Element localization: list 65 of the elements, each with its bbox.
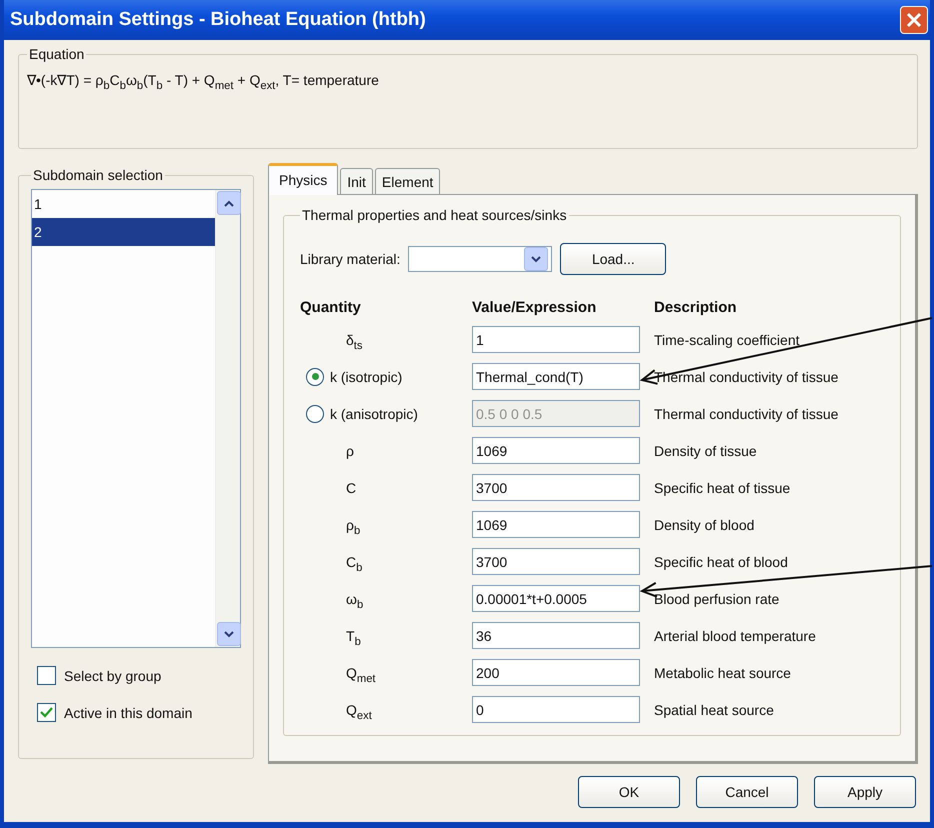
group-title: Thermal properties and heat sources/sinks	[301, 207, 568, 223]
description-text: Specific heat of blood	[654, 554, 789, 570]
close-button[interactable]	[900, 6, 928, 34]
dialog-button[interactable]: Apply	[814, 776, 916, 808]
list-item[interactable]: 1	[32, 190, 215, 218]
quantity-symbol: ρ$_{b}$	[346, 516, 360, 532]
group-title: Equation	[28, 46, 86, 62]
description-text: Blood perfusion rate	[654, 590, 780, 606]
quantity-symbol: δ$_{ts}$	[346, 332, 362, 348]
chevron-up-icon	[224, 200, 234, 206]
tab[interactable]: Physics	[268, 163, 338, 195]
scroll-up-button[interactable]	[217, 191, 241, 215]
description-text: Arterial blood temperature	[654, 628, 817, 644]
value-field[interactable]: Thermal_cond(T)	[472, 363, 640, 390]
dialog-button[interactable]: Cancel	[696, 776, 798, 808]
value-field[interactable]: 1	[472, 326, 640, 353]
value-field[interactable]: 1069	[472, 511, 640, 538]
checkbox-label: Select by group	[64, 668, 162, 684]
column-header: Quantity	[300, 299, 362, 316]
quantity-label: k (anisotropic)	[330, 406, 418, 422]
description-text: Density of blood	[654, 516, 756, 532]
value-field[interactable]: 36	[472, 622, 640, 649]
description-text: Thermal conductivity of tissue	[654, 368, 840, 384]
group-title: Subdomain selection	[32, 167, 164, 183]
checkbox[interactable]	[37, 666, 56, 685]
value-field[interactable]: 0	[472, 696, 640, 723]
description-text: Density of tissue	[654, 442, 758, 458]
quantity-label: k (isotropic)	[330, 368, 402, 384]
equation-text: ∇•(-k∇T) = ρ$_{b}$C$_{b}$ω$_{b}$(T$_{b}$ - T) + Q$_{met}$ + Q$_{ext}$, T= temperature	[27, 71, 380, 94]
subdomain-list[interactable]: 1 2	[31, 189, 241, 648]
value-field[interactable]: 3700	[472, 474, 640, 501]
close-icon	[906, 12, 922, 28]
quantity-symbol: Q$_{met}$	[346, 664, 376, 680]
scrollbar[interactable]	[215, 190, 240, 647]
chevron-down-icon	[531, 256, 542, 262]
quantity-symbol: C	[346, 480, 356, 496]
description-text: Metabolic heat source	[654, 664, 792, 680]
field-label: Library material:	[300, 251, 400, 267]
radio-button[interactable]	[306, 368, 324, 386]
tab[interactable]: Element	[374, 168, 440, 195]
checkbox[interactable]	[37, 703, 56, 722]
value-field[interactable]: 0.00001*t+0.0005	[472, 585, 640, 612]
value-field[interactable]: 3700	[472, 548, 640, 575]
value-field[interactable]: 1069	[472, 437, 640, 464]
dialog-button[interactable]: OK	[578, 776, 680, 808]
quantity-symbol: T$_{b}$	[346, 628, 361, 644]
list-item[interactable]: 2	[32, 218, 215, 246]
window-title: Subdomain Settings - Bioheat Equation (htbh)	[10, 9, 426, 31]
dropdown-button[interactable]	[524, 247, 548, 271]
tab[interactable]: Init	[340, 168, 373, 195]
description-text: Spatial heat source	[654, 702, 775, 718]
load-button[interactable]: Load...	[560, 243, 666, 275]
description-text: Time-scaling coefficient	[654, 332, 801, 348]
quantity-symbol: Q$_{ext}$	[346, 702, 372, 718]
quantity-symbol: ω$_{b}$	[346, 590, 364, 606]
value-field[interactable]: 200	[472, 659, 640, 686]
column-header: Description	[654, 299, 738, 316]
quantity-symbol: C$_{b}$	[346, 554, 362, 570]
column-header: Value/Expression	[472, 299, 598, 316]
quantity-symbol: ρ	[346, 442, 354, 458]
checkbox-label: Active in this domain	[64, 704, 192, 720]
chevron-down-icon	[224, 630, 234, 638]
description-text: Specific heat of tissue	[654, 480, 792, 496]
scroll-down-button[interactable]	[217, 622, 241, 646]
description-text: Thermal conductivity of tissue	[654, 406, 840, 422]
